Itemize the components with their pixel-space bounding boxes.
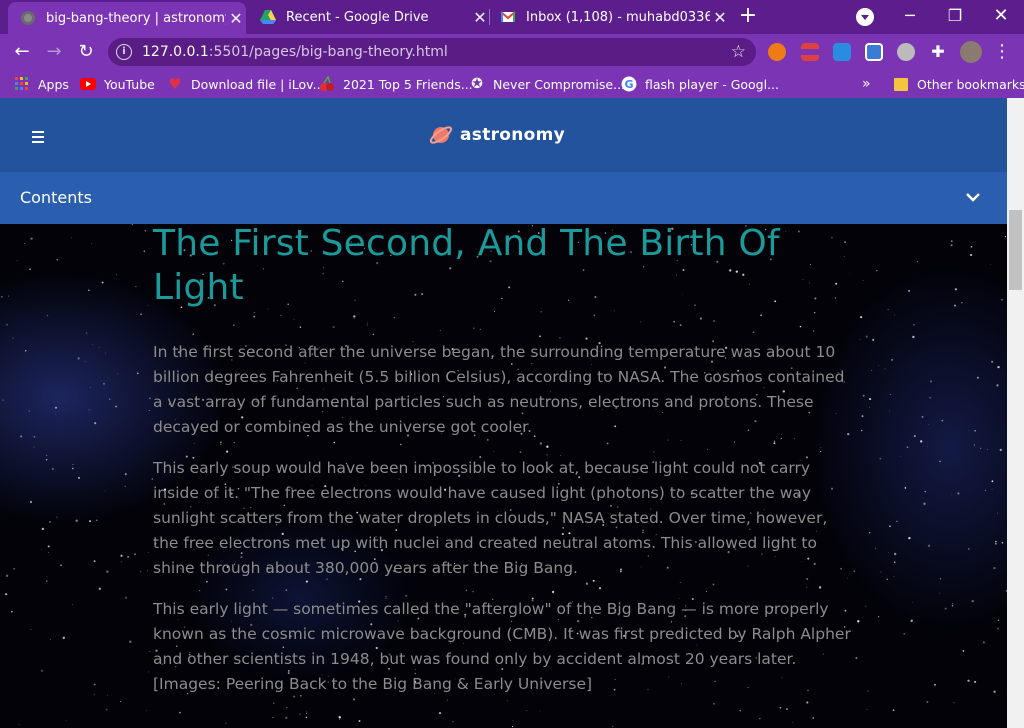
paragraph-2: This early soup would have been impossib… <box>153 459 828 577</box>
close-tab-icon[interactable]: ✕ <box>226 9 246 28</box>
planet-icon <box>429 126 453 144</box>
extensions-puzzle-icon[interactable]: ✚ <box>929 43 947 61</box>
bookmark-top-5-friends[interactable]: 2021 Top 5 Friends... <box>319 70 473 98</box>
extension-infinity-icon[interactable] <box>768 43 786 61</box>
article-section: The First Second, And The Birth Of Light… <box>153 222 853 697</box>
paragraph-3: This early light — sometimes called the … <box>153 600 851 693</box>
tab-title: big-bang-theory | astronomy <box>46 10 226 26</box>
tab-title: Inbox (1,108) - muhabd0336@gm <box>526 9 710 25</box>
back-button[interactable]: ← <box>8 38 36 66</box>
other-bookmarks[interactable]: Other bookmarks <box>893 70 1024 98</box>
more-bookmarks-button[interactable]: » <box>862 70 871 98</box>
bookmark-label: 2021 Top 5 Friends... <box>343 76 473 92</box>
page-scrollbar[interactable] <box>1007 98 1024 728</box>
site-brand-name: astronomy <box>460 125 566 145</box>
site-logo[interactable]: astronomy <box>428 122 565 148</box>
minimize-button[interactable]: ─ <box>890 2 930 30</box>
extension-lines-icon[interactable] <box>801 43 819 61</box>
bookmark-label: Other bookmarks <box>917 76 1024 92</box>
google-icon: G <box>621 76 637 92</box>
site-header: astronomy <box>0 98 1007 172</box>
extension-cloud-icon[interactable] <box>833 43 851 61</box>
browser-toolbar: ← → ↻ i 127.0.0.1:5501/pages/big-bang-th… <box>0 34 1024 70</box>
heart-icon: ♥ <box>168 75 182 93</box>
bookmark-flash-player[interactable]: G flash player - Googl... <box>621 70 779 98</box>
avatar[interactable] <box>960 41 982 63</box>
section-heading: The First Second, And The Birth Of Light <box>153 223 780 308</box>
paragraph-1: In the first second after the universe b… <box>153 343 845 436</box>
svg-text:G: G <box>624 78 633 91</box>
forward-button[interactable]: → <box>40 38 68 66</box>
cherry-icon <box>319 76 335 92</box>
chevron-down-icon[interactable] <box>965 189 981 205</box>
contents-label: Contents <box>20 188 92 207</box>
site-info-icon[interactable]: i <box>116 44 132 60</box>
bookmark-label: flash player - Googl... <box>645 76 780 92</box>
bookmark-label: YouTube <box>104 76 155 92</box>
tab-google-drive[interactable]: Recent - Google Drive ✕ <box>252 0 490 34</box>
bookmark-ilovepdf[interactable]: ♥ Download file | iLov... <box>167 70 325 98</box>
bookmark-label: Apps <box>38 76 69 92</box>
bookmark-star-icon[interactable]: ☆ <box>731 42 746 62</box>
url-text: 127.0.0.1:5501/pages/big-bang-theory.htm… <box>142 44 448 60</box>
tab-gmail-inbox[interactable]: Inbox (1,108) - muhabd0336@gm ✕ <box>492 0 730 34</box>
reload-button[interactable]: ↻ <box>72 38 100 66</box>
close-window-button[interactable]: ✕ <box>981 2 1021 30</box>
google-drive-icon <box>260 9 276 25</box>
tab-big-bang-theory[interactable]: big-bang-theory | astronomy ✕ <box>8 2 246 34</box>
address-bar[interactable]: i 127.0.0.1:5501/pages/big-bang-theory.h… <box>108 38 756 66</box>
youtube-icon <box>80 76 96 92</box>
contents-toggle[interactable]: Contents <box>0 172 1007 224</box>
folder-icon <box>893 76 909 92</box>
browser-tab-bar: big-bang-theory | astronomy ✕ Recent - G… <box>0 0 1024 34</box>
apps-grid-icon <box>14 76 30 92</box>
tab-title: Recent - Google Drive <box>286 9 429 25</box>
bookmark-label: Never Compromise... <box>493 76 626 92</box>
bookmark-youtube[interactable]: YouTube <box>80 70 155 98</box>
bookmark-apps[interactable]: Apps <box>14 70 69 98</box>
bookmark-never-compromise[interactable]: ✪ Never Compromise... <box>469 70 625 98</box>
close-tab-icon[interactable]: ✕ <box>710 8 730 27</box>
new-tab-button[interactable]: + <box>737 4 759 30</box>
hamburger-menu-icon[interactable] <box>32 131 44 146</box>
tab-search-icon[interactable] <box>856 8 874 26</box>
extension-screen-icon[interactable] <box>865 43 883 61</box>
scrollbar-thumb[interactable] <box>1009 210 1022 290</box>
bookmark-label: Download file | iLov... <box>191 76 325 92</box>
web-page: astronomy Contents The First Second, And… <box>0 98 1007 728</box>
globe-icon <box>20 10 36 26</box>
bookmarks-bar: Apps YouTube ♥ Download file | iLov... 20… <box>0 70 1024 98</box>
close-tab-icon[interactable]: ✕ <box>470 8 490 27</box>
restore-button[interactable]: ❐ <box>935 2 975 30</box>
extension-globe-icon[interactable] <box>897 43 915 61</box>
menu-kebab-icon[interactable]: ⋮ <box>990 38 1014 66</box>
gmail-icon <box>500 9 516 25</box>
shield-star-icon: ✪ <box>471 76 483 92</box>
